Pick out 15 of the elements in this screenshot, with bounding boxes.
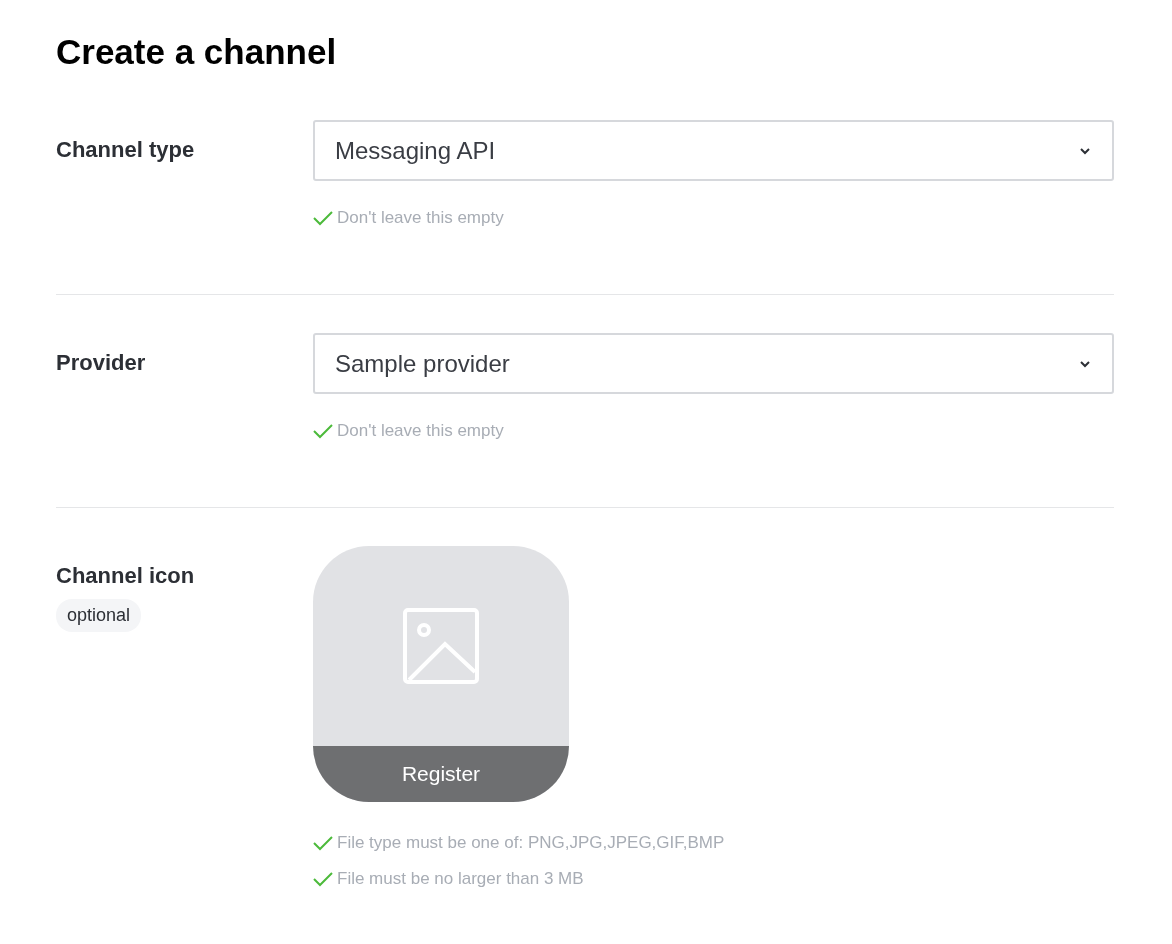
optional-badge: optional <box>56 599 142 632</box>
dropdown[interactable]: Messaging API <box>313 120 1114 181</box>
chevron-down-icon <box>1078 358 1092 369</box>
dropdown[interactable]: Sample provider <box>313 333 1114 394</box>
field-label: Provider <box>56 349 146 377</box>
field-label: Channel type <box>56 136 195 164</box>
hint-text: File type must be one of: PNG,JPG,JPEG,GIF,BMP <box>337 832 725 854</box>
chevron-down-icon <box>1078 145 1092 156</box>
register-button[interactable]: Register <box>313 746 569 802</box>
hint-text: File must be no larger than 3 MB <box>337 868 584 890</box>
page-title: Create a channel <box>56 31 338 73</box>
image-icon <box>403 608 479 684</box>
hint-text: Don't leave this empty <box>337 420 504 442</box>
hint-text: Don't leave this empty <box>337 207 504 229</box>
field-label: Channel icon <box>56 562 195 590</box>
